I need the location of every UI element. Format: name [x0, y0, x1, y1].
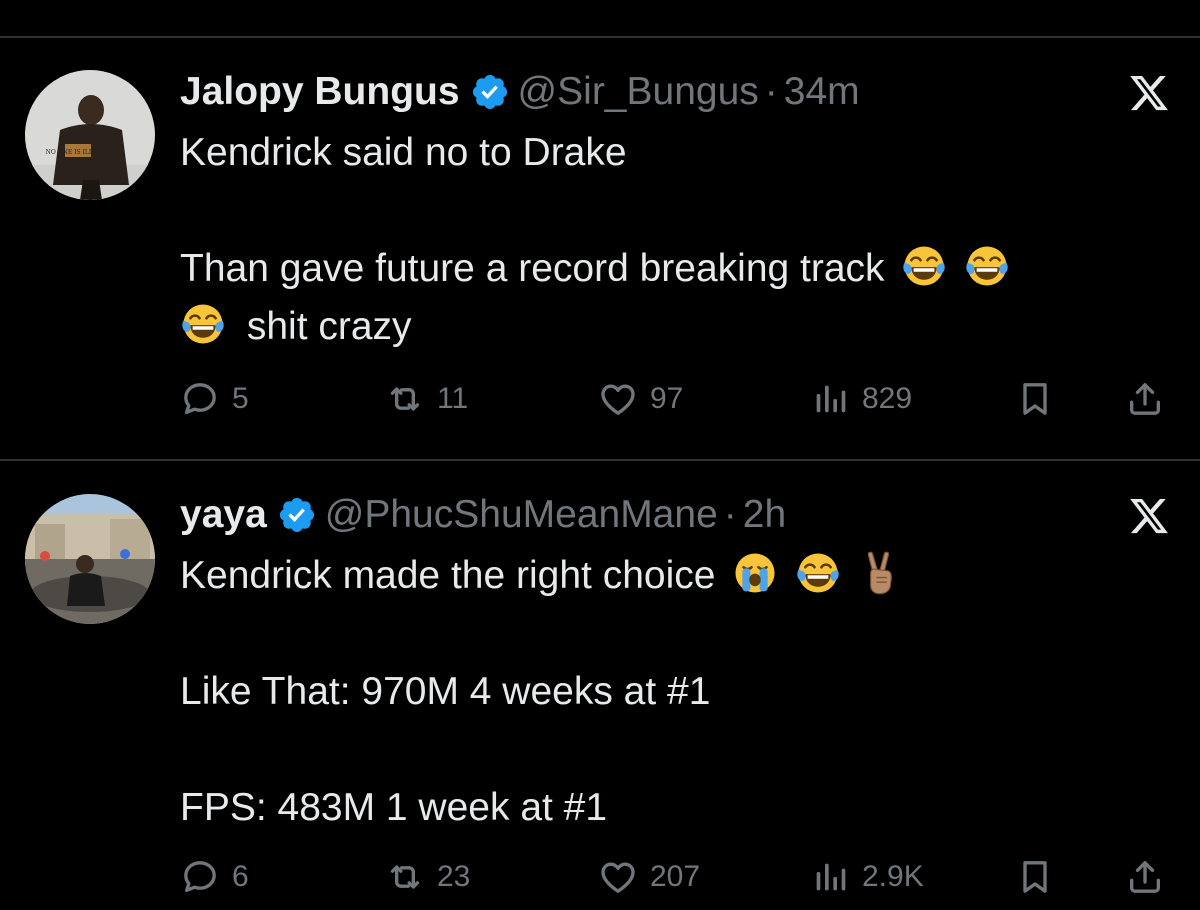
share-button[interactable]	[1125, 852, 1165, 902]
separator-dot: ·	[723, 493, 737, 536]
bookmark-button[interactable]	[1015, 374, 1055, 424]
avatar[interactable]	[25, 494, 155, 624]
user-handle[interactable]: @Sir_Bungus	[518, 68, 759, 116]
verified-badge-icon	[470, 72, 510, 112]
avatar-hoodie-text: NO ONE IS ILLEGAL	[46, 149, 111, 156]
views-count: 829	[862, 382, 913, 415]
retweet-button[interactable]: 11	[385, 374, 468, 424]
verified-badge-icon	[277, 495, 317, 535]
action-bar: 5 11 97 829	[180, 374, 1180, 424]
reply-icon	[180, 857, 220, 897]
user-handle[interactable]: @PhucShuMeanMane	[325, 491, 718, 539]
retweet-icon	[385, 379, 425, 419]
timestamp[interactable]: 2h	[743, 491, 786, 539]
face-with-tears-of-joy-icon	[964, 243, 1010, 289]
like-count: 207	[650, 860, 701, 893]
tweet-line: Kendrick said no to Drake	[180, 131, 627, 174]
tweet-text: Kendrick said no to Drake Than gave futu…	[180, 124, 1140, 356]
loudly-crying-face-icon	[732, 550, 778, 596]
display-name[interactable]: yaya	[180, 491, 267, 539]
tweet-text: Kendrick made the right choice Like That…	[180, 547, 1140, 837]
tweet-card[interactable]: NO ONE IS ILLEGAL Jalopy Bungus @Sir_Bun…	[0, 38, 1200, 459]
face-with-tears-of-joy-icon	[180, 301, 226, 347]
x-logo-icon[interactable]	[1128, 72, 1170, 114]
display-name[interactable]: Jalopy Bungus	[180, 68, 460, 116]
tweet-line: Kendrick made the right choice	[180, 547, 1140, 605]
retweet-button[interactable]: 23	[385, 852, 470, 902]
share-icon	[1125, 379, 1165, 419]
tweet-header: yaya @PhucShuMeanMane · 2h	[180, 491, 786, 539]
bookmark-icon	[1015, 379, 1055, 419]
victory-hand-icon	[858, 550, 904, 596]
tweet-header: Jalopy Bungus @Sir_Bungus · 34m	[180, 68, 860, 116]
like-button[interactable]: 97	[598, 374, 683, 424]
retweet-count: 11	[437, 382, 469, 415]
face-with-tears-of-joy-icon	[795, 550, 841, 596]
tweet-card[interactable]: yaya @PhucShuMeanMane · 2h Kendrick made…	[0, 461, 1200, 910]
retweet-count: 23	[437, 860, 471, 893]
timestamp[interactable]: 34m	[784, 68, 860, 116]
tweet-line: Than gave future a record breaking track	[180, 240, 1140, 298]
share-button[interactable]	[1125, 374, 1165, 424]
views-button[interactable]: 2.9K	[810, 852, 924, 902]
face-with-tears-of-joy-icon	[901, 243, 947, 289]
action-bar: 6 23 207 2.9K	[180, 852, 1180, 902]
reply-button[interactable]: 6	[180, 852, 249, 902]
tweet-line: Like That: 970M 4 weeks at #1	[180, 670, 711, 713]
x-logo-icon[interactable]	[1128, 495, 1170, 537]
like-count: 97	[650, 382, 684, 415]
bookmark-icon	[1015, 857, 1055, 897]
reply-count: 5	[232, 382, 249, 415]
reply-count: 6	[232, 860, 249, 893]
like-icon	[598, 379, 638, 419]
tweet-line: FPS: 483M 1 week at #1	[180, 786, 608, 829]
reply-button[interactable]: 5	[180, 374, 249, 424]
views-icon	[810, 379, 850, 419]
reply-icon	[180, 379, 220, 419]
share-icon	[1125, 857, 1165, 897]
separator-dot: ·	[764, 70, 778, 113]
retweet-icon	[385, 857, 425, 897]
views-button[interactable]: 829	[810, 374, 912, 424]
tweet-line: shit crazy	[180, 298, 1140, 356]
views-count: 2.9K	[862, 860, 924, 893]
like-button[interactable]: 207	[598, 852, 700, 902]
avatar[interactable]: NO ONE IS ILLEGAL	[25, 70, 155, 200]
views-icon	[810, 857, 850, 897]
bookmark-button[interactable]	[1015, 852, 1055, 902]
like-icon	[598, 857, 638, 897]
